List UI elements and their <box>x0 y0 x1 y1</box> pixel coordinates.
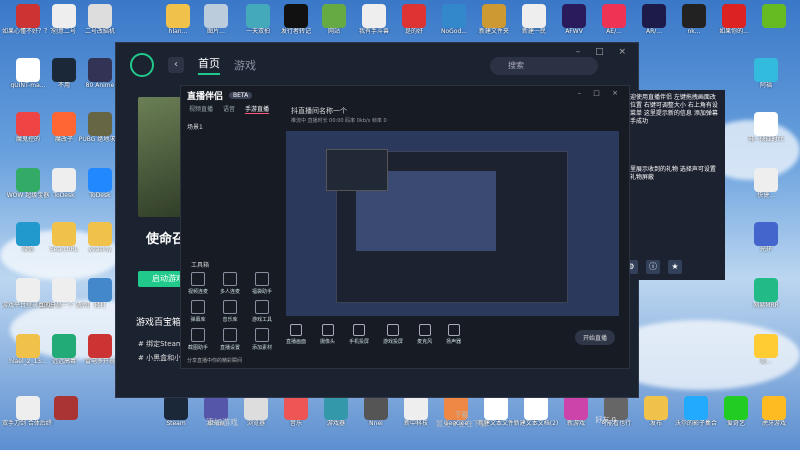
info-icon[interactable]: ⓘ <box>646 260 660 274</box>
nvidia-icon[interactable] <box>748 4 800 28</box>
chat-panel: 欢迎使用直播伴侣 左键拖拽画面改变位置 右键可调整大小 右上角有设置菜单 这里提… <box>620 90 725 280</box>
multi-link-button[interactable]: 多人连麦 <box>215 272 245 295</box>
welcome-message: 欢迎使用直播伴侣 左键拖拽画面改变位置 右键可调整大小 右上角有设置菜单 这里提… <box>624 94 718 125</box>
desktop-icon[interactable]: 虎牙游戏 <box>748 396 800 427</box>
friends-button[interactable]: 好友 0 <box>595 415 616 425</box>
bind-steam-link[interactable]: # 绑定Steam <box>138 339 183 349</box>
phone-cast-button[interactable]: 手机投屏 <box>349 324 369 345</box>
window-controls[interactable]: – □ × <box>578 89 623 97</box>
music-icon <box>223 300 237 314</box>
microphone-button[interactable]: 麦克风 <box>417 324 432 345</box>
stream-control-bar: 直播画面 摄像头 手机投屏 游戏投屏 麦克风 扬声器 <box>286 324 461 345</box>
scene-item[interactable]: 场景1 <box>187 122 203 131</box>
search-input[interactable]: 搜索 <box>490 57 598 75</box>
microphone-icon <box>418 324 431 336</box>
add-game-button[interactable]: 添加游戏 <box>206 417 238 428</box>
live-settings-button[interactable]: 直播设置 <box>215 328 245 351</box>
window-controls[interactable]: – □ × <box>576 47 632 57</box>
screen-capture-button[interactable]: 直播画面 <box>286 324 306 345</box>
desktop-icon[interactable]: 哇~快成时代 <box>740 112 792 143</box>
start-live-button[interactable]: 开始直播 <box>574 330 615 345</box>
game-cast-button[interactable]: 游戏投屏 <box>383 324 403 345</box>
live-settings-icon <box>223 328 237 342</box>
desktop-icon[interactable]: 网易MRR <box>740 278 792 309</box>
beta-badge: BETA <box>229 91 253 99</box>
danmaku-button[interactable]: 弹幕库 <box>183 300 213 323</box>
toolbox-title: 游戏百宝箱 <box>136 318 182 328</box>
lucky-bag-icon <box>255 272 269 286</box>
download-status: 下载 暂无 0 正在下载 <box>436 411 487 428</box>
panel-toolbar: ⚙ ⓘ ★ <box>624 260 682 274</box>
heybox-link[interactable]: # 小黑盒和小 <box>138 353 181 363</box>
stream-preview <box>286 131 619 316</box>
game-tool-button[interactable]: 游戏工具 <box>247 300 277 323</box>
speaker-icon <box>447 324 460 336</box>
desktop-icon[interactable]: 快捷... <box>740 168 792 199</box>
launcher-logo-icon <box>130 53 154 77</box>
video-link-icon <box>191 272 205 286</box>
speaker-button[interactable]: 扬声器 <box>446 324 461 345</box>
add-material-icon <box>255 328 269 342</box>
screen-icon <box>290 324 302 336</box>
desktop-icon[interactable] <box>40 396 92 420</box>
mode-tabs: 视频直播 语音 手游直播 <box>181 104 629 114</box>
tab-games[interactable]: 游戏 <box>234 57 256 73</box>
desktop-icon[interactable]: 二号改脑机 <box>74 4 126 35</box>
multi-link-icon <box>223 272 237 286</box>
danmaku-icon <box>191 300 205 314</box>
camera-button[interactable]: 摄像头 <box>320 324 335 345</box>
stream-title[interactable]: 抖直播间名称一个 <box>291 106 347 116</box>
video-link-button[interactable]: 视频连麦 <box>183 272 213 295</box>
tab-home[interactable]: 首页 <box>198 55 220 75</box>
streaming-app-window: 直播伴侣 BETA – □ × 视频直播 语音 手游直播 场景1 工具箱 视频连… <box>180 85 630 369</box>
camera-icon <box>321 324 334 336</box>
star-icon[interactable]: ★ <box>668 260 682 274</box>
stream-header: 直播伴侣 BETA <box>181 86 629 104</box>
music-button[interactable]: 音乐库 <box>215 300 245 323</box>
app-logo: 直播伴侣 <box>187 91 224 102</box>
desktop-icon[interactable]: 阿福 <box>740 58 792 89</box>
game-icon <box>387 324 400 336</box>
game-tool-icon <box>255 300 269 314</box>
recursive-preview-thumb <box>326 149 388 191</box>
add-material-button[interactable]: 添加素材 <box>247 328 277 351</box>
toolbox-label: 工具箱 <box>191 262 210 269</box>
screenshot-button[interactable]: 截图助手 <box>183 328 213 351</box>
desktop-icon[interactable]: 光环 <box>740 222 792 253</box>
lucky-bag-button[interactable]: 福袋助手 <box>247 272 277 295</box>
tab-voice[interactable]: 语音 <box>223 104 235 114</box>
footer-tip: 分享直播中你的精彩瞬间 <box>187 358 243 364</box>
stream-sidebar: 场景1 工具箱 视频连麦 多人连麦 福袋助手 弹幕库 音乐库 游戏工具 截图助手… <box>181 116 281 354</box>
tab-video-live[interactable]: 视频直播 <box>189 104 213 114</box>
back-icon[interactable]: ‹ <box>168 57 184 73</box>
phone-icon <box>353 324 366 336</box>
gift-message: 这里展示收到的礼物 选择声可设置小礼物屏蔽 <box>624 166 716 181</box>
tab-mobile-live[interactable]: 手游直播 <box>245 104 270 114</box>
stream-stats: 推流中 直播时长 00:00 码率 0kb/s 帧率 0 <box>291 118 387 124</box>
desktop-icon[interactable]: 美... <box>740 334 792 365</box>
screenshot-icon <box>191 328 205 342</box>
